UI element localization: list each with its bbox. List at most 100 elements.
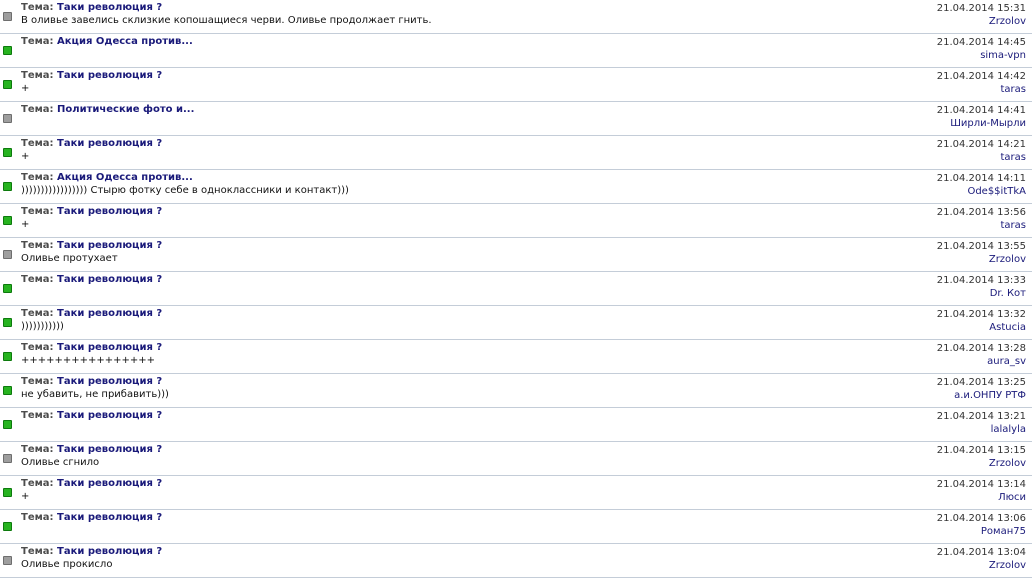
post-date: 21.04.2014 13:15 xyxy=(936,445,1026,456)
post-date: 21.04.2014 14:21 xyxy=(936,139,1026,150)
topic-prefix: Тема: xyxy=(21,274,54,285)
post-author-link[interactable]: Zrzolov xyxy=(989,560,1026,571)
topic-link[interactable]: Таки революция ? xyxy=(57,138,162,149)
post-snippet: ))))))))))) xyxy=(21,321,64,332)
post-status-icon xyxy=(3,352,12,361)
post-author-link[interactable]: Astucia xyxy=(989,322,1026,333)
post-status-icon xyxy=(3,386,12,395)
post-snippet: Оливье протухает xyxy=(21,253,118,264)
post-row: Тема: Таки революция ? ++++++++++++++++ 21… xyxy=(0,340,1032,374)
post-author-link[interactable]: sima-vpn xyxy=(980,50,1026,61)
topic-link[interactable]: Акция Одесса против... xyxy=(57,172,193,183)
post-author-link[interactable]: Dr. Кот xyxy=(990,288,1026,299)
post-author-link[interactable]: Люси xyxy=(998,492,1026,503)
topic-link[interactable]: Таки революция ? xyxy=(57,274,162,285)
topic-prefix: Тема: xyxy=(21,172,54,183)
post-author-link[interactable]: Ode$$itTkA xyxy=(967,186,1026,197)
post-status-icon xyxy=(3,114,12,123)
post-snippet: В оливье завелись склизкие копошащиеся ч… xyxy=(21,15,432,26)
topic-line: Тема: Таки революция ? xyxy=(21,70,162,81)
post-date: 21.04.2014 13:28 xyxy=(936,343,1026,354)
post-row: Тема: Таки революция ? +21.04.2014 13:14 Л… xyxy=(0,476,1032,510)
post-snippet: + xyxy=(21,491,30,502)
topic-line: Тема: Таки революция ? xyxy=(21,308,162,319)
post-date: 21.04.2014 13:32 xyxy=(936,309,1026,320)
topic-link[interactable]: Таки революция ? xyxy=(57,206,162,217)
topic-link[interactable]: Таки революция ? xyxy=(57,512,162,523)
topic-line: Тема: Таки революция ? xyxy=(21,274,162,285)
post-author-link[interactable]: Zrzolov xyxy=(989,254,1026,265)
topic-link[interactable]: Таки революция ? xyxy=(57,444,162,455)
topic-link[interactable]: Таки революция ? xyxy=(57,546,162,557)
topic-link[interactable]: Таки революция ? xyxy=(57,376,162,387)
post-snippet: ))))))))))))))))) Стырю фотку себе в одн… xyxy=(21,185,349,196)
post-status-icon xyxy=(3,522,12,531)
topic-line: Тема: Таки революция ? xyxy=(21,2,162,13)
topic-line: Тема: Акция Одесса против... xyxy=(21,172,193,183)
post-author-link[interactable]: taras xyxy=(1001,84,1027,95)
post-snippet: Оливье прокисло xyxy=(21,559,113,570)
topic-link[interactable]: Таки революция ? xyxy=(57,478,162,489)
post-date: 21.04.2014 13:56 xyxy=(936,207,1026,218)
topic-prefix: Тема: xyxy=(21,512,54,523)
topic-link[interactable]: Акция Одесса против... xyxy=(57,36,193,47)
post-row: Тема: Таки революция ? +21.04.2014 13:56 t… xyxy=(0,204,1032,238)
post-status-icon xyxy=(3,284,12,293)
post-author-link[interactable]: taras xyxy=(1001,152,1027,163)
topic-link[interactable]: Таки революция ? xyxy=(57,410,162,421)
post-status-icon xyxy=(3,420,12,429)
post-author-link[interactable]: Роман75 xyxy=(981,526,1026,537)
post-row: Тема: Таки революция ? не убавить, не при… xyxy=(0,374,1032,408)
topic-link[interactable]: Таки революция ? xyxy=(57,70,162,81)
post-date: 21.04.2014 14:11 xyxy=(936,173,1026,184)
topic-prefix: Тема: xyxy=(21,104,54,115)
topic-line: Тема: Таки революция ? xyxy=(21,444,162,455)
post-status-icon xyxy=(3,454,12,463)
post-status-icon xyxy=(3,46,12,55)
post-status-icon xyxy=(3,12,12,21)
topic-line: Тема: Таки революция ? xyxy=(21,138,162,149)
post-date: 21.04.2014 13:06 xyxy=(936,513,1026,524)
post-author-link[interactable]: lalalyla xyxy=(991,424,1026,435)
post-author-link[interactable]: aura_sv xyxy=(987,356,1026,367)
post-snippet: ++++++++++++++++ xyxy=(21,355,156,366)
topic-prefix: Тема: xyxy=(21,546,54,557)
post-status-icon xyxy=(3,182,12,191)
post-row: Тема: Таки революция ? 21.04.2014 13:33 Dr… xyxy=(0,272,1032,306)
topic-link[interactable]: Политические фото и... xyxy=(57,104,194,115)
post-snippet: не убавить, не прибавить))) xyxy=(21,389,169,400)
topic-prefix: Тема: xyxy=(21,308,54,319)
post-snippet: Оливье сгнило xyxy=(21,457,100,468)
post-row: Тема: Таки революция ? 21.04.2014 13:06 Ро… xyxy=(0,510,1032,544)
topic-link[interactable]: Таки революция ? xyxy=(57,342,162,353)
topic-line: Тема: Политические фото и... xyxy=(21,104,194,115)
post-author-link[interactable]: Ширли-Мырли xyxy=(950,118,1026,129)
post-date: 21.04.2014 14:45 xyxy=(936,37,1026,48)
post-date: 21.04.2014 14:42 xyxy=(936,71,1026,82)
topic-link[interactable]: Таки революция ? xyxy=(57,2,162,13)
topic-line: Тема: Таки революция ? xyxy=(21,376,162,387)
post-author-link[interactable]: Zrzolov xyxy=(989,16,1026,27)
post-row: Тема: Таки революция ?))))))))))) 21.04.2… xyxy=(0,306,1032,340)
post-date: 21.04.2014 13:21 xyxy=(936,411,1026,422)
topic-prefix: Тема: xyxy=(21,36,54,47)
post-author-link[interactable]: taras xyxy=(1001,220,1027,231)
topic-prefix: Тема: xyxy=(21,240,54,251)
topic-prefix: Тема: xyxy=(21,206,54,217)
topic-link[interactable]: Таки революция ? xyxy=(57,308,162,319)
topic-prefix: Тема: xyxy=(21,2,54,13)
post-author-link[interactable]: а.и.ОНПУ РТФ xyxy=(954,390,1026,401)
post-row: Тема: Акция Одесса против... 21.04.2014 1… xyxy=(0,34,1032,68)
post-row: Тема: Таки революция ? В оливье завелись … xyxy=(0,0,1032,34)
post-date: 21.04.2014 14:41 xyxy=(936,105,1026,116)
post-author-link[interactable]: Zrzolov xyxy=(989,458,1026,469)
topic-line: Тема: Таки революция ? xyxy=(21,410,162,421)
topic-prefix: Тема: xyxy=(21,70,54,81)
topic-prefix: Тема: xyxy=(21,444,54,455)
topic-line: Тема: Таки революция ? xyxy=(21,240,162,251)
topic-prefix: Тема: xyxy=(21,376,54,387)
topic-prefix: Тема: xyxy=(21,138,54,149)
post-date: 21.04.2014 13:14 xyxy=(936,479,1026,490)
recent-posts-feed: Тема: Таки революция ? В оливье завелись … xyxy=(0,0,1032,578)
topic-link[interactable]: Таки революция ? xyxy=(57,240,162,251)
